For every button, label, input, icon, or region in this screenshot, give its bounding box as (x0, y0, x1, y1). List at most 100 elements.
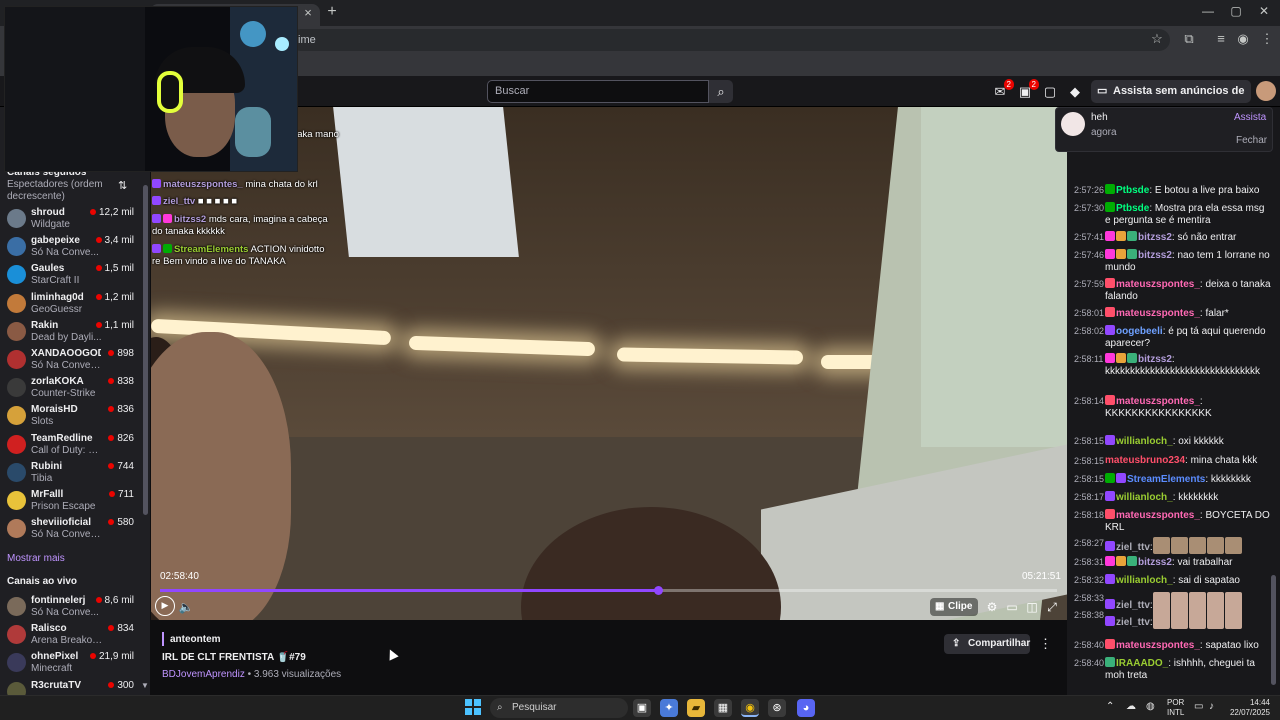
sidebar-channel-item[interactable]: fontinnelerj Só Na Conve... 8,6 mil (0, 593, 142, 621)
window-close-icon[interactable]: ✕ (1254, 4, 1274, 18)
seek-bar[interactable] (160, 586, 1057, 595)
chrome-icon[interactable]: ◉ (741, 699, 759, 717)
sort-icon[interactable]: ⇅ (118, 179, 127, 192)
notifications-icon[interactable]: ▣ 2 (1016, 79, 1039, 101)
sidebar-channel-item[interactable]: shroud Wildgate 12,2 mil (0, 205, 142, 233)
bits-icon[interactable]: ◆ (1066, 83, 1084, 101)
chat-username[interactable]: willianloch_ (1116, 492, 1173, 503)
system-clock[interactable]: 14:44 22/07/2025 (1226, 698, 1270, 718)
chat-emote[interactable] (1206, 609, 1224, 629)
taskbar-search[interactable]: ⌕ Pesquisar (490, 698, 628, 718)
file-explorer-icon[interactable]: ▰ (687, 699, 705, 717)
sidebar-channel-item[interactable]: Gaules StarCraft II 1,5 mil (0, 261, 142, 289)
chat-emote[interactable] (1170, 609, 1188, 629)
search-button[interactable]: ⌕ (709, 80, 733, 103)
chat-emote[interactable] (1224, 537, 1242, 554)
turbo-button[interactable]: ▭Assista sem anúncios de graça (1091, 80, 1251, 120)
search-input[interactable]: Buscar (487, 80, 709, 103)
volume-icon[interactable]: 🔈 (178, 599, 194, 615)
scroll-down-icon[interactable]: ▼ (141, 681, 149, 690)
chat-username[interactable]: willianloch_ (1116, 436, 1173, 447)
address-bar[interactable]: ime (290, 29, 1170, 51)
chat-username[interactable]: mateuszspontes_ (1116, 308, 1200, 319)
sidebar-channel-item[interactable]: XANDAOOGOD Só Na Conversa 898 (0, 346, 142, 374)
notification-close-button[interactable]: Fechar (1236, 135, 1267, 146)
chat-username[interactable]: Ptbsde (1116, 185, 1149, 196)
chat-emote[interactable] (1152, 609, 1170, 629)
sidebar-channel-item[interactable]: gabepeixe Só Na Conve... 3,4 mil (0, 233, 142, 261)
chat-username[interactable]: mateuszspontes_ (1116, 396, 1200, 407)
fullscreen-icon[interactable]: ⤢ (1044, 599, 1060, 615)
more-options-icon[interactable]: ⋮ (1039, 634, 1052, 654)
input-language[interactable]: POR INTL (1167, 698, 1184, 718)
collapse-chat-icon[interactable]: ◫ (1024, 599, 1040, 615)
chat-emote[interactable] (1188, 537, 1206, 554)
new-tab-icon[interactable]: + (324, 3, 340, 21)
browser-menu-icon[interactable]: ⋮ (1258, 31, 1276, 47)
task-view-icon[interactable]: ▣ (633, 699, 651, 717)
chat-emote[interactable] (1188, 609, 1206, 629)
chat-username[interactable]: bitzss2 (1138, 250, 1172, 261)
chat-username[interactable]: StreamElements (1127, 474, 1205, 485)
steam-icon[interactable]: ⊛ (768, 699, 786, 717)
tray-chevron-icon[interactable]: ⌃ (1106, 701, 1114, 712)
chat-username[interactable]: willianloch_ (1116, 575, 1173, 586)
channel-link[interactable]: BDJovemAprendiz (162, 669, 245, 680)
media-icon[interactable]: ≡ (1212, 31, 1230, 46)
sidebar-channel-item[interactable]: TeamRedline Call of Duty: Bl... 826 (0, 431, 142, 459)
sidebar-channel-item[interactable]: ohnePixel Minecraft 21,9 mil (0, 649, 142, 677)
sidebar-channel-item[interactable]: sheviiioficial Só Na Conversa 580 (0, 515, 142, 543)
chat-username[interactable]: Ptbsde (1116, 203, 1149, 214)
settings-icon[interactable]: ⚙ (984, 599, 1000, 615)
whispers-icon[interactable]: ▢ (1041, 83, 1059, 101)
sidebar-channel-item[interactable]: MrFalll Prison Escape 711 (0, 487, 142, 515)
speaker-icon[interactable]: ♪ (1209, 701, 1214, 712)
chat-username[interactable]: ziel_ttv (1116, 542, 1150, 553)
chat-emote[interactable] (1224, 609, 1242, 629)
sidebar-channel-item[interactable]: Rubini Tibia 744 (0, 459, 142, 487)
maximize-icon[interactable]: ▢ (1226, 4, 1246, 18)
chat-emote[interactable] (1170, 537, 1188, 554)
chat-username[interactable]: mateuszspontes_ (1116, 279, 1200, 290)
user-avatar[interactable] (1256, 81, 1276, 101)
minimize-icon[interactable]: — (1198, 4, 1218, 18)
chat-username[interactable]: bitzss2 (1138, 557, 1172, 568)
chat-username[interactable]: mateuszspontes_ (1116, 640, 1200, 651)
store-icon[interactable]: ▦ (714, 699, 732, 717)
show-more-link[interactable]: Mostrar mais (7, 553, 65, 564)
notification-toast[interactable]: heh agora Assista Fechar (1055, 107, 1273, 152)
start-icon[interactable] (465, 699, 481, 715)
sidebar-channel-item[interactable]: zorlaKOKA Counter-Strike 838 (0, 374, 142, 402)
sidebar-channel-item[interactable]: liminhag0d GeoGuessr 1,2 mil (0, 290, 142, 318)
extensions-icon[interactable]: ⧉ (1180, 31, 1198, 47)
microphone-icon[interactable]: ◍ (1146, 701, 1155, 712)
notification-watch-button[interactable]: Assista (1234, 112, 1266, 123)
tab-close-icon[interactable]: × (300, 5, 316, 20)
inbox-icon[interactable]: ✉ 2 (991, 79, 1014, 101)
chat-username[interactable]: mateuszspontes_ (1116, 510, 1200, 521)
chat-scrollbar[interactable] (1271, 575, 1276, 685)
chat-username[interactable]: IRAAADO_ (1116, 658, 1168, 669)
cloud-icon[interactable]: ☁ (1126, 701, 1136, 712)
chat-emote[interactable] (1152, 537, 1170, 554)
chat-username[interactable]: mateusbruno234 (1105, 455, 1185, 466)
share-button[interactable]: ⇪ Compartilhar (944, 634, 1030, 654)
play-button[interactable]: ▶ (155, 596, 175, 616)
sidebar-channel-item[interactable]: Ralisco Arena Breakout... 834 (0, 621, 142, 649)
chat-username[interactable]: ziel_ttv (1116, 617, 1150, 628)
clip-button[interactable]: ▦ Clipe (930, 598, 978, 616)
chat-username[interactable]: oogebeeli (1116, 326, 1163, 337)
bookmark-star-icon[interactable]: ☆ (1148, 31, 1166, 47)
profile-icon[interactable]: ◉ (1234, 31, 1252, 47)
sidebar-scrollbar[interactable] (143, 185, 148, 515)
discord-icon[interactable]: ◕ (797, 699, 815, 717)
sidebar-channel-item[interactable]: MoraisHD Slots 836 (0, 402, 142, 430)
seek-knob[interactable] (653, 586, 663, 595)
network-icon[interactable]: ▭ (1194, 701, 1203, 712)
theatre-mode-icon[interactable]: ▭ (1004, 599, 1020, 615)
chat-username[interactable]: bitzss2 (1138, 232, 1172, 243)
chat-emote[interactable] (1206, 537, 1224, 554)
sidebar-channel-item[interactable]: Rakin Dead by Dayli... 1,1 mil (0, 318, 142, 346)
copilot-icon[interactable]: ✦ (660, 699, 678, 717)
chat-username[interactable]: bitzss2 (1138, 354, 1172, 365)
